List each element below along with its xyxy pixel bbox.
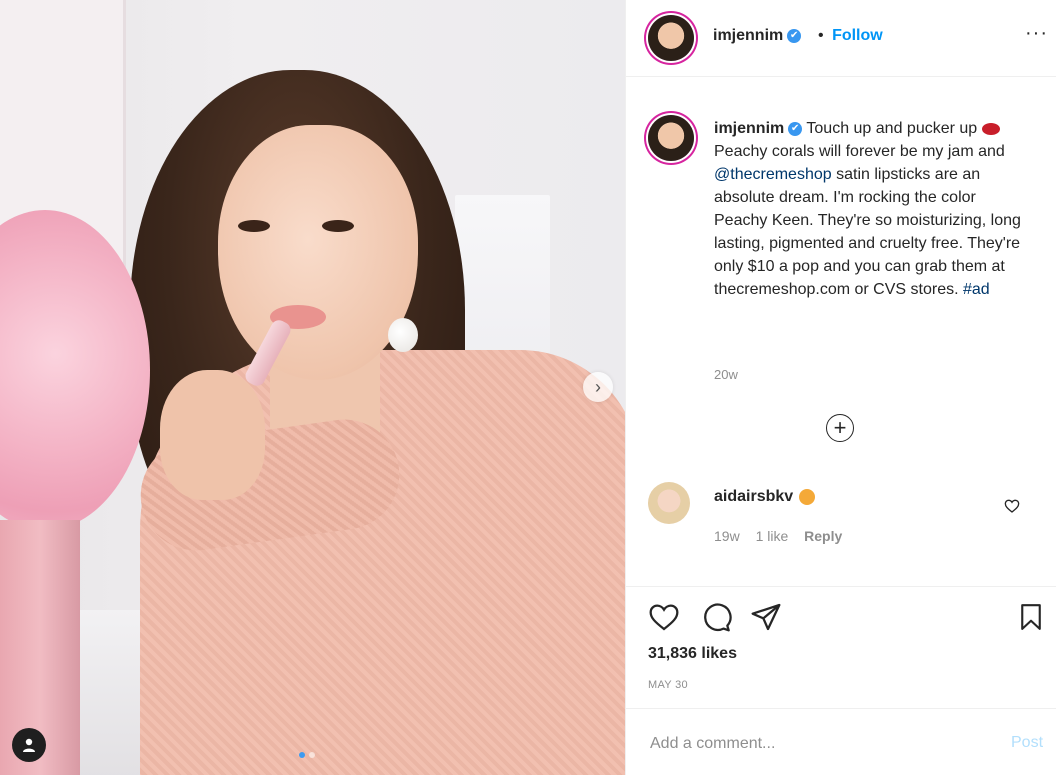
- commenter-username[interactable]: aidairsbkv: [714, 488, 793, 505]
- like-heart-icon[interactable]: [648, 601, 680, 633]
- post-header: imjennim ✔ • Follow ···: [626, 0, 1056, 77]
- left-eye: [238, 220, 270, 232]
- author-avatar[interactable]: [648, 15, 694, 61]
- post-date[interactable]: MAY 30: [648, 679, 688, 691]
- carousel-dot: [299, 752, 305, 758]
- right-eye: [322, 220, 354, 232]
- author-username-text[interactable]: imjennim: [713, 27, 783, 44]
- follow-button[interactable]: Follow: [832, 27, 883, 44]
- comment-bubble-icon[interactable]: [700, 601, 732, 633]
- caption-text-2: Peachy corals will forever be my jam and: [714, 143, 1005, 160]
- heart-eyes-cat-emoji-icon: [799, 488, 816, 505]
- hand: [160, 370, 265, 500]
- user-icon: [23, 738, 35, 752]
- caption-hashtag-link[interactable]: #ad: [963, 281, 990, 298]
- caption-timestamp[interactable]: 20w: [714, 367, 738, 382]
- commenter-username-row: aidairsbkv: [714, 488, 816, 506]
- comment-like-heart-icon[interactable]: [1004, 498, 1020, 514]
- comment-meta: 19w 1 like Reply: [714, 528, 854, 544]
- post-photo[interactable]: ›: [0, 0, 625, 775]
- likes-count[interactable]: 31,836 likes: [648, 645, 737, 663]
- share-paper-plane-icon[interactable]: [750, 601, 782, 633]
- save-bookmark-icon[interactable]: [1016, 601, 1046, 633]
- caption-author-username[interactable]: imjennim: [714, 120, 784, 137]
- tagged-user-button[interactable]: [12, 728, 46, 762]
- caption-author-avatar[interactable]: [648, 115, 694, 161]
- comment-likes[interactable]: 1 like: [756, 528, 789, 544]
- reply-button[interactable]: Reply: [804, 528, 842, 544]
- face: [218, 125, 418, 380]
- plus-icon: +: [833, 415, 847, 440]
- post-caption: imjennim ✔ Touch up and pucker up Peachy …: [714, 117, 1029, 301]
- earring: [388, 318, 418, 352]
- post-comment-button[interactable]: Post: [1011, 734, 1043, 752]
- add-comment-bar: Post: [626, 708, 1056, 776]
- caption-text-1: Touch up and pucker up: [806, 120, 978, 137]
- chevron-right-icon: ›: [595, 376, 601, 397]
- carousel-next-button[interactable]: ›: [583, 372, 613, 402]
- comment-item: aidairsbkv 19w 1 like Reply: [648, 482, 1048, 552]
- follow-area: • Follow: [818, 27, 883, 45]
- carousel-indicator: [299, 752, 315, 758]
- add-comment-input[interactable]: [648, 731, 982, 757]
- verified-badge-icon: ✔: [787, 28, 802, 43]
- verified-badge-icon: ✔: [788, 121, 803, 136]
- post-sidebar: imjennim ✔ • Follow ··· imjennim ✔ Touch u…: [625, 0, 1056, 775]
- caption-mention-link[interactable]: @thecremeshop: [714, 166, 832, 183]
- pink-pompom: [0, 210, 150, 530]
- post-actions: 31,836 likes MAY 30: [626, 586, 1056, 708]
- carousel-dot: [309, 752, 315, 758]
- load-more-comments-button[interactable]: +: [826, 414, 854, 442]
- comment-time[interactable]: 19w: [714, 528, 740, 544]
- author-username[interactable]: imjennim ✔: [713, 27, 802, 45]
- more-options-icon[interactable]: ···: [1025, 22, 1048, 45]
- commenter-avatar[interactable]: [648, 482, 690, 524]
- separator-dot: •: [818, 27, 824, 44]
- caption-text-3: satin lipsticks are an absolute dream. I…: [714, 166, 1021, 298]
- lips-emoji-icon: [981, 122, 1000, 135]
